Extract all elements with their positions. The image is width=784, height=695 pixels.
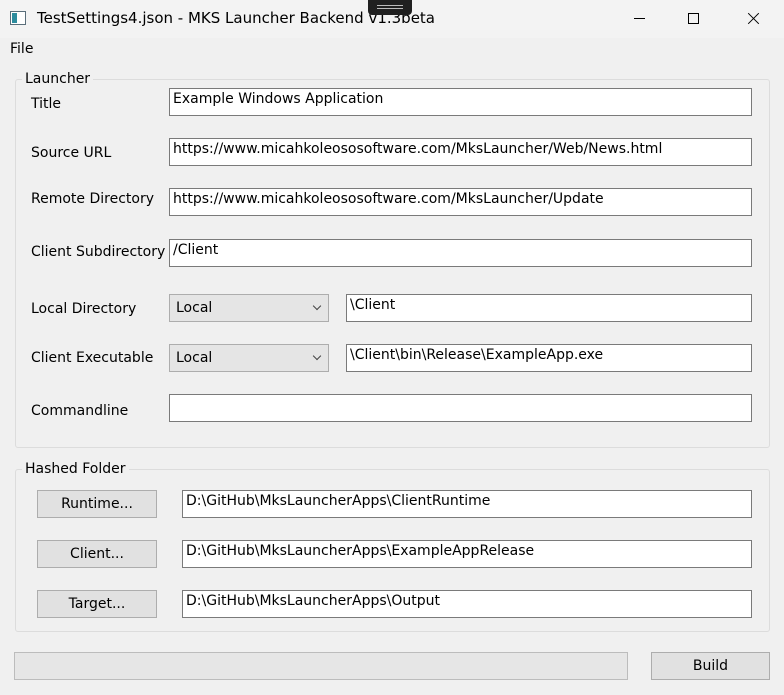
maximize-button[interactable] — [665, 0, 723, 38]
source-url-input[interactable]: https://www.micahkoleososoftware.com/Mks… — [169, 138, 752, 166]
client-button[interactable]: Client... — [37, 540, 157, 568]
client-subdirectory-input[interactable]: /Client — [169, 239, 752, 267]
runtime-button[interactable]: Runtime... — [37, 490, 157, 518]
local-directory-label: Local Directory — [31, 301, 137, 317]
target-path-input[interactable]: D:\GitHub\MksLauncherApps\Output — [182, 590, 752, 618]
remote-directory-label: Remote Directory — [31, 191, 154, 207]
client-executable-label: Client Executable — [31, 350, 154, 366]
title-bar[interactable]: TestSettings4.json - MKS Launcher Backen… — [0, 0, 784, 38]
menu-bar: File — [0, 38, 784, 62]
menu-file[interactable]: File — [10, 41, 33, 57]
close-button[interactable] — [724, 0, 782, 38]
client-executable-combo[interactable]: Local — [169, 344, 329, 372]
snap-grip-icon[interactable] — [368, 0, 412, 15]
target-button[interactable]: Target... — [37, 590, 157, 618]
title-label: Title — [31, 96, 62, 112]
minimize-button[interactable] — [611, 0, 669, 38]
launcher-legend: Launcher — [22, 71, 94, 87]
runtime-path-input[interactable]: D:\GitHub\MksLauncherApps\ClientRuntime — [182, 490, 752, 518]
local-directory-input[interactable]: \Client — [346, 294, 752, 322]
commandline-input[interactable] — [169, 394, 752, 422]
client-subdirectory-label: Client Subdirectory — [31, 244, 166, 260]
build-button[interactable]: Build — [651, 652, 770, 680]
chevron-down-icon — [312, 301, 322, 311]
build-progress-bar — [14, 652, 628, 680]
title-input[interactable]: Example Windows Application — [169, 88, 752, 116]
app-icon — [10, 11, 26, 25]
local-directory-combo[interactable]: Local — [169, 294, 329, 322]
hashed-folder-legend: Hashed Folder — [22, 461, 129, 477]
local-directory-combo-value: Local — [176, 300, 213, 316]
client-path-input[interactable]: D:\GitHub\MksLauncherApps\ExampleAppRele… — [182, 540, 752, 568]
source-url-label: Source URL — [31, 145, 112, 161]
main-window: TestSettings4.json - MKS Launcher Backen… — [0, 0, 784, 695]
chevron-down-icon — [312, 351, 322, 361]
remote-directory-input[interactable]: https://www.micahkoleososoftware.com/Mks… — [169, 188, 752, 216]
commandline-label: Commandline — [31, 403, 129, 419]
client-executable-input[interactable]: \Client\bin\Release\ExampleApp.exe — [346, 344, 752, 372]
client-executable-combo-value: Local — [176, 350, 213, 366]
